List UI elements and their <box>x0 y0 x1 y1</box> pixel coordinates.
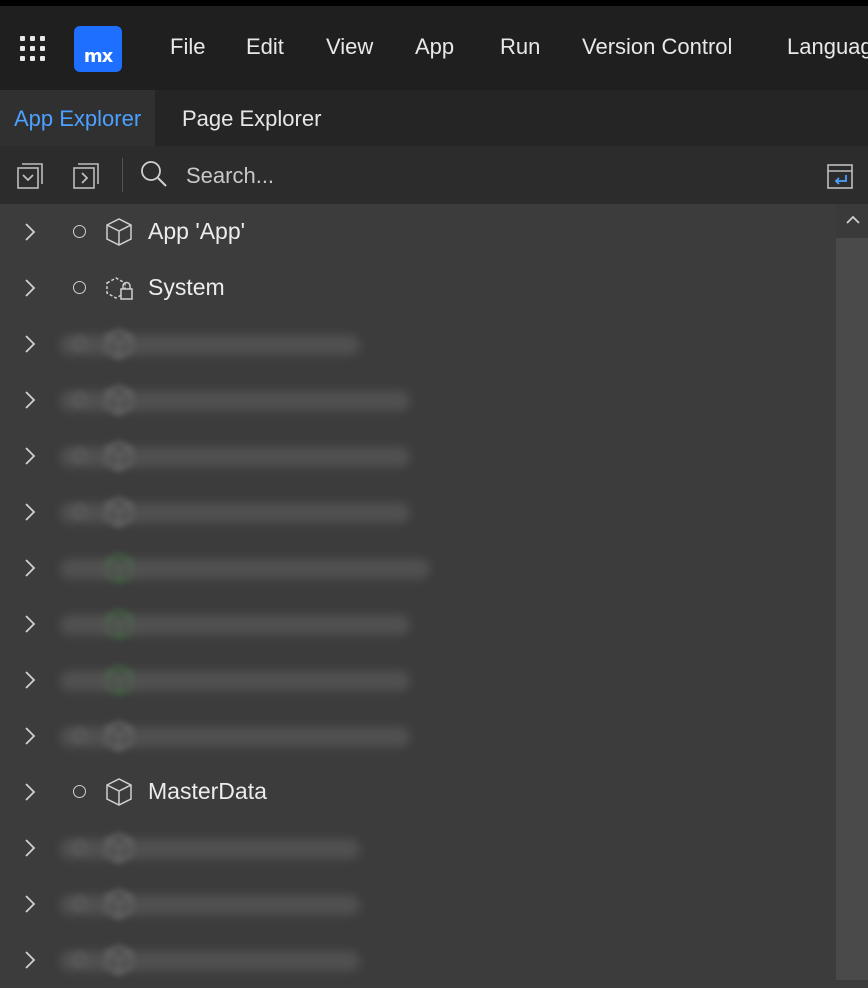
status-circle-icon <box>73 785 86 798</box>
expand-all-icon[interactable] <box>72 162 99 189</box>
app-explorer-tree: App 'App' System MasterData <box>0 204 836 980</box>
system-module-icon <box>104 273 136 307</box>
chevron-right-icon[interactable] <box>22 668 38 696</box>
search-input[interactable] <box>184 156 788 196</box>
tab-app-explorer[interactable]: App Explorer <box>0 90 156 146</box>
chevron-right-icon[interactable] <box>22 388 38 416</box>
chevron-right-icon[interactable] <box>22 612 38 640</box>
chevron-right-icon[interactable] <box>22 556 38 584</box>
tree-row[interactable] <box>0 484 836 540</box>
chevron-right-icon[interactable] <box>22 276 38 304</box>
tree-item-label: MasterData <box>148 778 267 804</box>
status-circle-icon <box>73 281 86 294</box>
menu-app[interactable]: App <box>415 34 454 60</box>
cube-icon <box>104 777 136 811</box>
redacted-label <box>60 559 430 579</box>
cube-icon <box>104 217 136 251</box>
chevron-right-icon[interactable] <box>22 780 38 808</box>
menu-run[interactable]: Run <box>500 34 540 60</box>
tree-row[interactable] <box>0 596 836 652</box>
menu-edit[interactable]: Edit <box>246 34 284 60</box>
link-editor-icon[interactable] <box>826 162 853 189</box>
tree-row[interactable] <box>0 652 836 708</box>
redacted-label <box>60 951 360 971</box>
tree-row[interactable]: System <box>0 260 836 316</box>
redacted-label <box>60 727 410 747</box>
app-grid-icon[interactable] <box>20 36 48 64</box>
status-circle-icon <box>73 225 86 238</box>
redacted-label <box>60 839 360 859</box>
chevron-right-icon[interactable] <box>22 724 38 752</box>
tree-row[interactable] <box>0 708 836 764</box>
redacted-label <box>60 335 360 355</box>
chevron-right-icon[interactable] <box>22 892 38 920</box>
tree-item-label: System <box>148 274 225 300</box>
scrollbar-thumb[interactable] <box>836 238 868 980</box>
redacted-label <box>60 615 410 635</box>
toolbar-separator <box>122 158 123 192</box>
menu-bar: mx File Edit View App Run Version Contro… <box>0 6 868 90</box>
redacted-label <box>60 503 410 523</box>
tree-row[interactable] <box>0 876 836 932</box>
menu-version-control[interactable]: Version Control <box>582 34 732 60</box>
menu-view[interactable]: View <box>326 34 373 60</box>
tree-row[interactable] <box>0 428 836 484</box>
tree-row[interactable] <box>0 540 836 596</box>
tree-row[interactable]: MasterData <box>0 764 836 820</box>
tree-row[interactable]: App 'App' <box>0 204 836 260</box>
redacted-label <box>60 671 410 691</box>
search-icon <box>140 160 168 192</box>
scroll-up-icon[interactable] <box>845 210 861 229</box>
explorer-tabs: App Explorer Page Explorer <box>0 90 868 146</box>
chevron-right-icon[interactable] <box>22 948 38 976</box>
tree-item-label: App 'App' <box>148 218 246 244</box>
menu-file[interactable]: File <box>170 34 205 60</box>
chevron-right-icon[interactable] <box>22 220 38 248</box>
tree-row[interactable] <box>0 820 836 876</box>
tree-row[interactable] <box>0 372 836 428</box>
chevron-right-icon[interactable] <box>22 444 38 472</box>
chevron-right-icon[interactable] <box>22 836 38 864</box>
redacted-label <box>60 895 360 915</box>
menu-language[interactable]: Languag <box>787 34 868 60</box>
mendix-logo: mx <box>74 26 122 72</box>
chevron-right-icon[interactable] <box>22 332 38 360</box>
tab-page-explorer[interactable]: Page Explorer <box>168 90 335 146</box>
redacted-label <box>60 447 410 467</box>
tree-row[interactable] <box>0 316 836 372</box>
chevron-right-icon[interactable] <box>22 500 38 528</box>
redacted-label <box>60 391 410 411</box>
logo-text: mx <box>83 46 113 67</box>
collapse-all-icon[interactable] <box>16 162 43 189</box>
